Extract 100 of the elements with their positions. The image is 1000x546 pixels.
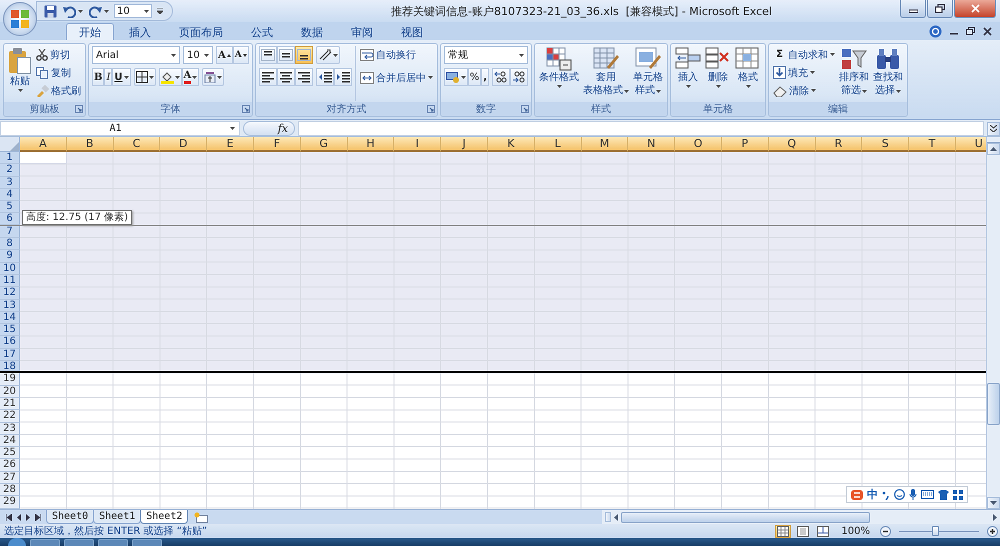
row-header[interactable]: 20 [0,386,20,398]
row-header[interactable]: 5 [0,201,20,214]
row-header[interactable]: 27 [0,472,20,484]
column-header[interactable]: O [675,137,722,152]
column-header[interactable]: N [628,137,676,152]
font-color-button[interactable]: A [182,68,200,86]
fill-color-button[interactable] [158,68,182,86]
row-header[interactable]: 6 [0,213,20,225]
row-header[interactable]: 14 [0,312,20,324]
taskbar-button[interactable] [64,538,94,546]
row-header[interactable]: 24 [0,434,20,448]
column-header[interactable]: R [816,137,862,152]
italic-button[interactable]: I [104,68,112,86]
row-header[interactable]: 23 [0,422,20,435]
ribbon-tab[interactable]: 数据 [288,23,336,40]
ribbon-tab[interactable]: 开始 [66,23,114,40]
clear-button[interactable]: 清除 [772,82,836,99]
start-button[interactable] [8,538,26,546]
ribbon-tab[interactable]: 视图 [388,23,436,40]
column-header[interactable]: A [20,137,67,152]
fill-button[interactable]: 填充 [772,64,836,81]
comma-button[interactable]: , [481,68,490,86]
font-size-field[interactable]: 10 [114,4,152,18]
column-header[interactable]: F [254,137,301,152]
row-header[interactable]: 22 [0,410,20,423]
row-header[interactable]: 15 [0,324,20,336]
sum-button[interactable]: Σ 自动求和 [772,46,836,63]
column-header[interactable]: D [160,137,208,152]
row-header[interactable]: 19 [0,373,20,386]
delete-button[interactable]: 删除 [704,46,732,89]
insert-button[interactable]: 插入 [674,46,702,89]
copy-button[interactable]: 复制 [35,64,82,81]
row-header[interactable]: 12 [0,287,20,300]
paste-button[interactable]: 粘贴 [7,46,33,93]
ribbon-tab[interactable]: 页面布局 [166,23,236,40]
column-header[interactable]: U [956,137,986,152]
shrink-font-button[interactable]: A [232,46,249,64]
sheet-tab[interactable]: Sheet0 [46,510,94,524]
name-box[interactable]: A1 [0,121,240,136]
view-button[interactable] [795,524,812,538]
row-header[interactable]: 10 [0,262,20,275]
row-header[interactable]: 7 [0,226,20,238]
help-button[interactable] [929,24,942,38]
column-header[interactable]: B [66,137,114,152]
previous-sheet-button[interactable] [17,514,21,520]
taskbar-button[interactable] [98,538,128,546]
ribbon-tab[interactable]: 插入 [116,23,164,40]
taskbar-button[interactable] [132,538,162,546]
number-format-field[interactable]: 常规 [444,46,528,64]
formula-input[interactable] [298,121,984,136]
currency-button[interactable] [444,68,468,86]
find-button[interactable]: 查找和 选择 [872,46,904,98]
row-header[interactable]: 29 [0,496,20,509]
row-header[interactable]: 28 [0,484,20,496]
column-header[interactable]: L [534,137,582,152]
row-header[interactable]: 17 [0,348,20,362]
zoom-level[interactable]: 100% [835,526,876,536]
painter-button[interactable]: 格式刷 [35,82,82,99]
column-header[interactable]: T [909,137,956,152]
column-header[interactable]: Q [768,137,816,152]
taskbar-button[interactable] [30,538,60,546]
font-field[interactable]: Arial [92,46,180,64]
format-button[interactable]: 格式 [734,46,762,89]
row-header[interactable]: 11 [0,274,20,288]
save-button[interactable] [43,2,58,20]
row-header[interactable]: 13 [0,300,20,312]
expand-formula-button[interactable] [987,122,1000,136]
row-header[interactable]: 2 [0,164,20,177]
zoom-in-button[interactable] [987,526,998,536]
grow-font-button[interactable]: A [216,46,233,64]
row-header[interactable]: 3 [0,176,20,189]
column-header[interactable]: S [862,137,910,152]
active-cell[interactable] [20,152,67,164]
row-header[interactable]: 16 [0,336,20,349]
bold-button[interactable]: B [92,68,104,86]
column-header[interactable]: H [348,137,394,152]
column-header[interactable]: P [722,137,769,152]
align-center-button[interactable] [276,68,295,86]
conditional-button[interactable]: 条件格式 [538,46,580,89]
wrap-text-button[interactable]: 自动换行 [358,46,434,63]
font-size-field[interactable]: 10 [183,46,213,64]
view-button[interactable] [775,524,792,538]
column-header[interactable]: C [114,137,160,152]
align-left-button[interactable] [258,68,277,86]
close-button[interactable] [983,26,992,36]
row-header[interactable]: 1 [0,152,20,164]
column-header[interactable]: J [441,137,488,152]
sheet-tab[interactable]: Sheet2 [140,510,188,524]
increase-decimal-button[interactable] [492,68,510,86]
sheet-tab[interactable]: Sheet1 [93,510,142,524]
zoom-out-button[interactable] [880,526,891,536]
border-button[interactable] [134,68,156,86]
vertical-align-button[interactable] [276,46,295,64]
cut-button[interactable]: 剪切 [35,46,82,63]
row-header[interactable]: 8 [0,238,20,250]
split-handle[interactable] [605,512,611,522]
last-sheet-button[interactable] [35,514,41,520]
ribbon-tab[interactable]: 审阅 [338,23,386,40]
decrease-indent-button[interactable] [316,68,334,86]
restore-button[interactable] [927,0,953,18]
